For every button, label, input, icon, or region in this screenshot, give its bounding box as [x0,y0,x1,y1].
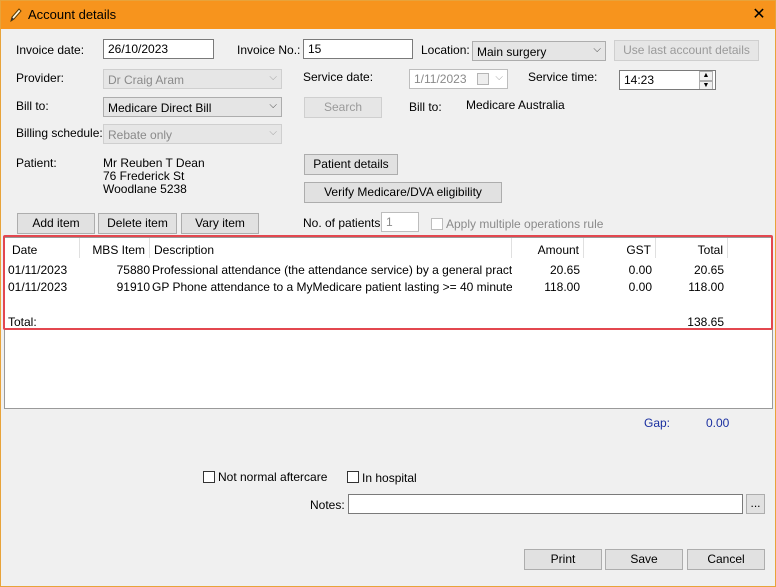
billing-schedule-label: Billing schedule: [16,126,103,140]
row-description: GP Phone attendance to a MyMedicare pati… [152,280,512,294]
search-button[interactable]: Search [304,97,382,118]
delete-item-button[interactable]: Delete item [98,213,177,234]
in-hospital-label: In hospital [362,471,417,485]
bill-to-label: Bill to: [16,99,49,113]
col-header-gst[interactable]: GST [584,238,656,258]
invoice-date-label: Invoice date: [16,43,85,57]
spin-up-icon[interactable]: ▲ [699,71,713,81]
row-mbs-item: 75880 [116,263,150,277]
provider-value: Dr Craig Aram [108,73,185,87]
billing-schedule-select[interactable]: Rebate only ⌵ [103,124,282,144]
multiple-ops-checkbox[interactable] [431,218,443,230]
chevron-down-icon: ⌵ [269,72,277,83]
spin-down-icon[interactable]: ▼ [699,81,713,89]
row-mbs-item: 91910 [116,280,150,294]
chevron-down-icon: ⌵ [269,127,277,138]
patient-city: Woodlane 5238 [103,182,187,196]
not-normal-aftercare-label: Not normal aftercare [218,470,328,484]
row-gst: 0.00 [628,263,652,277]
print-button[interactable]: Print [524,549,602,570]
num-patients-label: No. of patients: [303,216,384,230]
col-header-amount[interactable]: Amount [512,238,584,258]
bill-to-secondary-value: Medicare Australia [466,98,565,112]
invoice-date-field[interactable]: 26/10/2023 [103,39,214,59]
chevron-down-icon: ⌵ [495,72,503,83]
num-patients-field[interactable]: 1 [381,212,419,232]
bill-to-select[interactable]: Medicare Direct Bill ⌵ [103,97,282,117]
invoice-no-field[interactable]: 15 [303,39,413,59]
col-header-description[interactable]: Description [150,238,512,258]
bill-to-value: Medicare Direct Bill [108,101,212,115]
row-amount: 118.00 [544,280,580,294]
row-gst: 0.00 [628,280,652,294]
chevron-down-icon: ⌵ [269,100,277,111]
title-bar: Account details ✕ [1,1,775,29]
add-item-button[interactable]: Add item [17,213,95,234]
notes-label: Notes: [310,498,345,512]
total-label: Total: [8,315,37,329]
provider-select[interactable]: Dr Craig Aram ⌵ [103,69,282,89]
not-normal-aftercare-checkbox[interactable] [203,471,215,483]
provider-label: Provider: [16,71,65,85]
location-select[interactable]: Main surgery ⌵ [472,41,606,61]
notes-field[interactable] [348,494,743,514]
service-time-label: Service time: [528,70,598,84]
save-button[interactable]: Save [605,549,683,570]
time-spinner[interactable]: ▲ ▼ [699,71,713,89]
col-header-date[interactable]: Date [8,238,80,258]
vary-item-button[interactable]: Vary item [181,213,259,234]
patient-street: 76 Frederick St [103,169,185,183]
bill-to-secondary-label: Bill to: [409,100,442,114]
notes-browse-button[interactable]: ... [746,494,765,514]
total-value: 138.65 [687,315,724,329]
row-description: Professional attendance (the attendance … [152,263,512,277]
close-icon[interactable]: ✕ [749,5,769,25]
service-time-field[interactable]: 14:23 ▲ ▼ [619,70,716,90]
window-title: Account details [28,7,117,22]
invoice-no-label: Invoice No.: [237,43,301,57]
service-time-value: 14:23 [624,73,655,87]
in-hospital-checkbox[interactable] [347,471,359,483]
use-last-account-button[interactable]: Use last account details [614,40,759,61]
col-header-mbs-item[interactable]: MBS Item [80,238,150,258]
chevron-down-icon: ⌵ [593,44,601,55]
calendar-icon [477,73,489,85]
patient-label: Patient: [16,156,57,170]
service-date-value: 1/11/2023 [414,72,467,86]
patient-name: Mr Reuben T Dean [103,156,205,170]
cancel-button[interactable]: Cancel [687,549,765,570]
service-date-label: Service date: [303,70,374,84]
account-details-window: Account details ✕ Invoice date: 26/10/20… [0,0,776,587]
location-label: Location: [421,43,470,57]
verify-eligibility-button[interactable]: Verify Medicare/DVA eligibility [304,182,502,203]
row-date: 01/11/2023 [8,263,68,277]
row-total: 20.65 [693,263,724,277]
service-date-picker[interactable]: 1/11/2023 ⌵ [409,69,508,89]
location-value: Main surgery [477,45,547,59]
billing-schedule-value: Rebate only [108,128,173,142]
gap-value: 0.00 [706,416,730,430]
row-date: 01/11/2023 [8,280,68,294]
pencil-icon [10,8,22,23]
patient-details-button[interactable]: Patient details [304,154,398,175]
row-amount: 20.65 [549,263,580,277]
gap-label: Gap: [644,416,671,430]
row-total: 118.00 [688,280,724,294]
items-table: Date MBS Item Description Amount GST Tot… [4,237,773,409]
multiple-ops-label: Apply multiple operations rule [446,217,604,231]
col-header-total[interactable]: Total [656,238,728,258]
